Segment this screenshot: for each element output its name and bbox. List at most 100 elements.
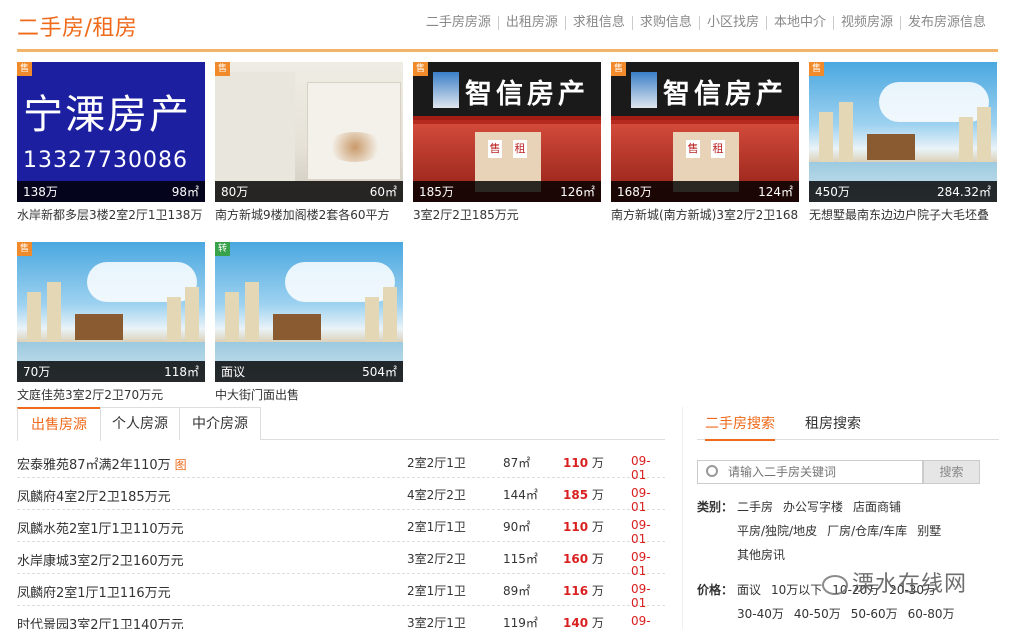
card-caption[interactable]: 3室2厅2卫185万元 (413, 206, 601, 223)
nav-link-rent[interactable]: 出租房源 (497, 16, 565, 30)
listing-price-value: 140 (563, 616, 589, 629)
category-label: 类别： (697, 500, 734, 514)
photo-tower (365, 297, 379, 342)
nav-link-want-buy[interactable]: 求购信息 (631, 16, 699, 30)
search-box[interactable] (697, 460, 923, 484)
listing-title[interactable]: 时代景园3室2厅1卫140万元 (17, 614, 184, 629)
tab-rent-search[interactable]: 租房搜索 (805, 413, 861, 433)
listing-card[interactable]: 转 面议 504㎡ 中大街门面出售 (215, 242, 403, 403)
listing-card[interactable]: 售 80万 60㎡ 南方新城9楼加阁楼2套各60平方 (215, 62, 403, 223)
list-item[interactable]: 水岸康城3室2厅2卫160万元 3室2厅2卫 115㎡ 160 万 09-01 (17, 542, 665, 578)
nav-link-publish[interactable]: 发布房源信息 (899, 16, 993, 30)
photo-tower (27, 292, 41, 342)
listing-price: 185 万 (563, 486, 604, 503)
card-caption[interactable]: 南方新城(南方新城)3室2厅2卫168 (611, 206, 799, 223)
shop-label-rent: 租 (513, 140, 527, 158)
top-nav: 二手房房源 出租房源 求租信息 求购信息 小区找房 本地中介 视频房源 发布房源… (419, 16, 993, 30)
price-label: 价格： (697, 583, 734, 597)
search-icon (706, 465, 718, 477)
shop-label-rent: 租 (711, 140, 725, 158)
nav-link-video[interactable]: 视频房源 (832, 16, 900, 30)
listing-price: 110 万 (563, 454, 604, 471)
sale-tag: 售 (215, 62, 230, 76)
photo-tower (977, 107, 991, 162)
listing-photo[interactable]: 售 宁溧房产 13327730086 138万 98㎡ (17, 62, 205, 202)
listing-area: 144㎡ (503, 488, 538, 502)
listing-layout: 3室2厅1卫 (407, 616, 466, 629)
tab-personal[interactable]: 个人房源 (100, 407, 180, 440)
listing-card[interactable]: 售 智信房产 售 租 185万 126㎡ 3室2厅2卫185万元 (413, 62, 601, 223)
listing-card[interactable]: 售 70万 118㎡ 文庭佳苑3室2厅2卫70万元 (17, 242, 205, 403)
nav-link-want-rent[interactable]: 求租信息 (564, 16, 632, 30)
category-option[interactable]: 别墅 (917, 524, 941, 538)
list-item[interactable]: 凤麟府2室1厅1卫116万元 2室1厅1卫 89㎡ 116 万 09-01 (17, 574, 665, 610)
sale-tag: 售 (17, 62, 32, 76)
photo-tower (383, 287, 397, 342)
list-item[interactable]: 凤麟府4室2厅2卫185万元 4室2厅2卫 144㎡ 185 万 09-01 (17, 478, 665, 514)
listing-price-value: 110 (563, 456, 589, 470)
tab-secondhand-search[interactable]: 二手房搜索 (705, 413, 775, 441)
category-option[interactable]: 办公写字楼 (783, 500, 843, 514)
card-caption[interactable]: 文庭佳苑3室2厅2卫70万元 (17, 386, 205, 403)
list-item[interactable]: 凤麟水苑2室1厅1卫110万元 2室1厅1卫 90㎡ 110 万 09-01 (17, 510, 665, 546)
price-option[interactable]: 40-50万 (794, 607, 841, 621)
listing-card[interactable]: 售 智信房产 售 租 168万 124㎡ 南方新城(南方新城)3室2厅2卫168 (611, 62, 799, 223)
category-option[interactable]: 其他房讯 (737, 548, 785, 562)
watermark-text: 溧水在线网 (852, 572, 968, 597)
price-option[interactable]: 50-60万 (851, 607, 898, 621)
tab-agency[interactable]: 中介房源 (179, 407, 261, 440)
listing-photo[interactable]: 转 面议 504㎡ (215, 242, 403, 382)
listing-card[interactable]: 售 宁溧房产 13327730086 138万 98㎡ 水岸新都多层3楼2室2厅… (17, 62, 205, 223)
list-item[interactable]: 宏泰雅苑87㎡满2年110万图 2室2厅1卫 87㎡ 110 万 09-01 (17, 446, 665, 482)
listing-card[interactable]: 售 450万 284.32㎡ 无想墅最南东边边户院子大毛坯叠 (809, 62, 997, 223)
price-option[interactable]: 10万以下 (771, 583, 822, 597)
search-input[interactable] (728, 463, 918, 481)
nav-link-agents[interactable]: 本地中介 (765, 16, 833, 30)
category-option[interactable]: 店面商铺 (853, 500, 901, 514)
listing-photo[interactable]: 售 70万 118㎡ (17, 242, 205, 382)
search-button[interactable]: 搜索 (923, 460, 980, 484)
listing-title[interactable]: 水岸康城3室2厅2卫160万元 (17, 550, 184, 569)
listing-title-text[interactable]: 宏泰雅苑87㎡满2年110万 (17, 458, 171, 473)
listing-layout: 4室2厅2卫 (407, 488, 466, 502)
category-option[interactable]: 二手房 (737, 500, 773, 514)
photo-decor (325, 132, 385, 162)
shop-label-sale: 售 (686, 140, 700, 158)
sale-tag: 售 (17, 242, 32, 256)
category-option[interactable]: 厂房/仓库/车库 (827, 524, 907, 538)
card-caption[interactable]: 无想墅最南东边边户院子大毛坯叠 (809, 206, 997, 223)
card-price: 450万 (815, 185, 850, 199)
listing-photo[interactable]: 售 智信房产 售 租 168万 124㎡ (611, 62, 799, 202)
category-option[interactable]: 平房/独院/地皮 (737, 524, 817, 538)
card-area: 504㎡ (362, 365, 397, 379)
card-caption[interactable]: 南方新城9楼加阁楼2套各60平方 (215, 206, 403, 223)
photo-wardrobe (307, 82, 401, 180)
listing-title[interactable]: 凤麟府2室1厅1卫116万元 (17, 582, 171, 601)
card-caption[interactable]: 水岸新都多层3楼2室2厅1卫138万 (17, 206, 205, 223)
listing-photo[interactable]: 售 智信房产 售 租 185万 126㎡ (413, 62, 601, 202)
nav-link-community[interactable]: 小区找房 (698, 16, 766, 30)
listing-area: 115㎡ (503, 552, 538, 566)
price-bar: 185万 126㎡ (413, 181, 601, 202)
listing-title[interactable]: 凤麟水苑2室1厅1卫110万元 (17, 518, 184, 537)
list-item[interactable]: 时代景园3室2厅1卫140万元 3室2厅1卫 119㎡ 140 万 09-01 (17, 606, 665, 629)
card-caption[interactable]: 中大街门面出售 (215, 386, 403, 403)
listing-photo[interactable]: 售 450万 284.32㎡ (809, 62, 997, 202)
price-bar: 面议 504㎡ (215, 361, 403, 382)
card-area: 98㎡ (171, 185, 199, 199)
nav-link-sale[interactable]: 二手房房源 (419, 16, 498, 30)
tab-for-sale[interactable]: 出售房源 (17, 407, 101, 441)
listing-title[interactable]: 宏泰雅苑87㎡满2年110万图 (17, 454, 187, 473)
price-option[interactable]: 30-40万 (737, 607, 784, 621)
listing-title[interactable]: 凤麟府4室2厅2卫185万元 (17, 486, 171, 505)
photo-tower (225, 292, 239, 342)
listing-date: 09-01 (631, 614, 651, 629)
price-option[interactable]: 60-80万 (908, 607, 955, 621)
shop-logo-icon (433, 72, 459, 108)
card-area: 284.32㎡ (937, 185, 991, 199)
listing-price: 110 万 (563, 518, 604, 535)
shop-logo-icon (631, 72, 657, 108)
listing-photo[interactable]: 售 80万 60㎡ (215, 62, 403, 202)
price-option[interactable]: 面议 (737, 583, 761, 597)
card-price: 80万 (221, 185, 249, 199)
